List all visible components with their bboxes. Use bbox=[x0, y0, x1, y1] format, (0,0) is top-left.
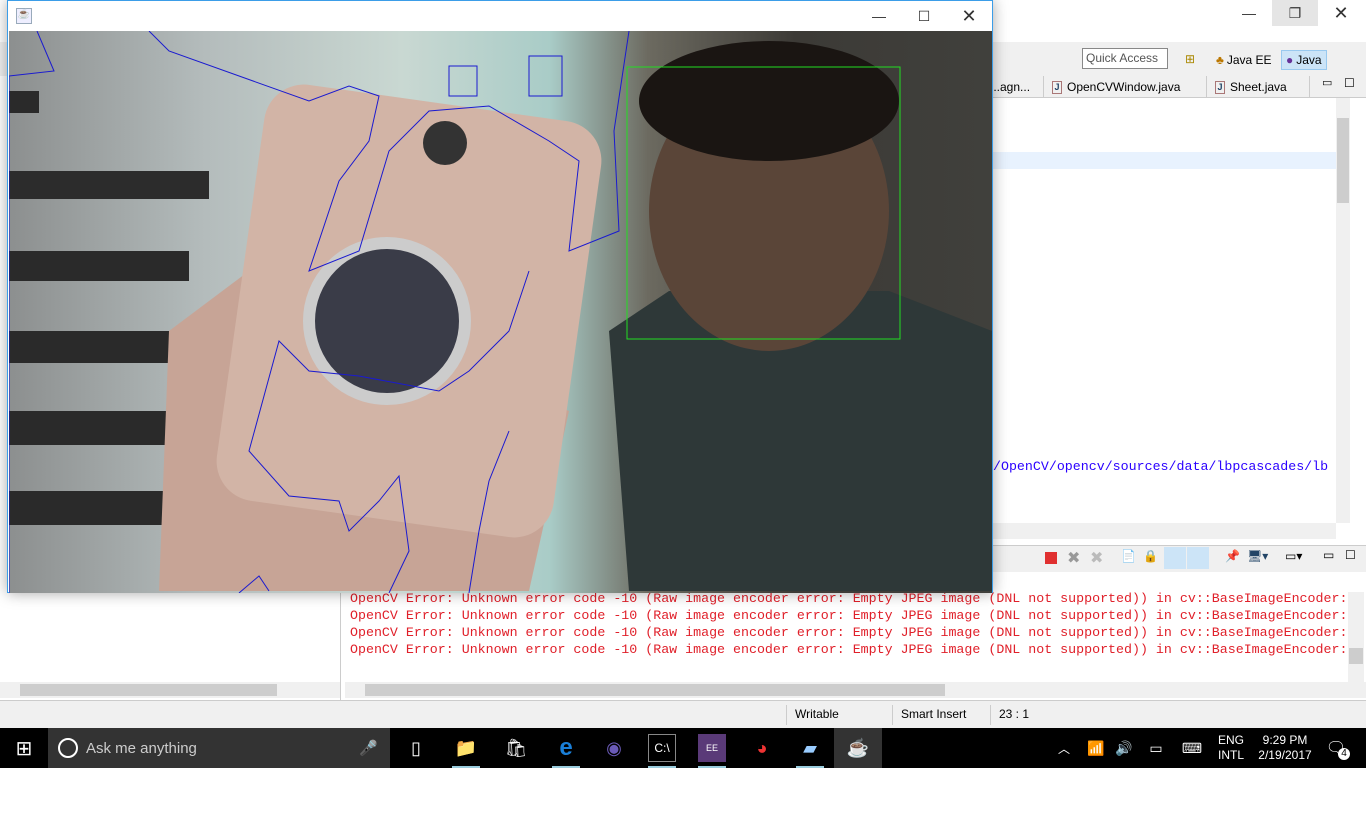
frame-minimize-button[interactable]: — bbox=[856, 3, 902, 29]
perspective-label: Java bbox=[1296, 53, 1322, 67]
clock-time: 9:29 PM bbox=[1262, 733, 1308, 747]
frame-close-button[interactable]: ✕ bbox=[946, 3, 992, 29]
left-panel bbox=[0, 592, 341, 700]
language-indicator[interactable]: ENG INTL bbox=[1218, 733, 1244, 763]
console-horizontal-scrollbar[interactable] bbox=[345, 682, 1366, 698]
java-app-icon: ☕ bbox=[16, 8, 32, 24]
edge-icon[interactable]: e bbox=[552, 734, 580, 762]
perspective-label: Java EE bbox=[1226, 53, 1272, 67]
console-line: OpenCV Error: Unknown error code -10 (Ra… bbox=[350, 591, 1348, 606]
code-editor[interactable]: a/OpenCV/opencv/sources/data/lbpcascades… bbox=[985, 98, 1336, 523]
show-hidden-icons[interactable]: ︿ bbox=[1050, 734, 1078, 762]
console-line: OpenCV Error: Unknown error code -10 (Ra… bbox=[350, 608, 1348, 623]
tab-label: OpenCVWindow.java bbox=[1067, 80, 1181, 94]
network-icon[interactable]: 📶 bbox=[1082, 734, 1110, 762]
minimize-view-button[interactable]: ▭ bbox=[1322, 76, 1332, 89]
action-center-icon[interactable]: 🗨 4 bbox=[1322, 734, 1350, 762]
file-explorer-icon[interactable]: 📁 bbox=[452, 734, 480, 762]
command-prompt-icon[interactable]: C:\ bbox=[648, 734, 676, 762]
phone-camera bbox=[423, 121, 467, 165]
console-vertical-scrollbar[interactable] bbox=[1348, 592, 1364, 682]
editor-horizontal-scrollbar[interactable] bbox=[990, 523, 1336, 539]
clock[interactable]: 9:29 PM 2/19/2017 bbox=[1256, 733, 1314, 763]
notification-count: 4 bbox=[1338, 748, 1350, 760]
tab-label: Sheet.java bbox=[1230, 80, 1287, 94]
minimize-button[interactable]: — bbox=[1226, 0, 1272, 26]
perspective-java[interactable]: ● Java bbox=[1281, 50, 1327, 70]
status-insert-mode: Smart Insert bbox=[892, 705, 990, 725]
hair bbox=[639, 41, 899, 161]
clear-console-icon[interactable]: 📄 bbox=[1121, 549, 1136, 563]
display-console-icon[interactable]: 🖥▾ bbox=[1247, 549, 1268, 563]
code-line: a/OpenCV/opencv/sources/data/lbpcascades… bbox=[985, 459, 1329, 474]
java-icon: ● bbox=[1286, 53, 1294, 67]
camera-lens bbox=[303, 237, 471, 405]
console-line: OpenCV Error: Unknown error code -10 (Ra… bbox=[350, 642, 1348, 657]
java-app-taskbar-icon[interactable]: ☕ bbox=[834, 728, 882, 768]
javaee-ide-icon[interactable]: EE bbox=[698, 734, 726, 762]
close-button[interactable]: ✕ bbox=[1318, 0, 1364, 26]
editor-vertical-scrollbar[interactable] bbox=[1336, 98, 1350, 523]
opencv-java-frame: ☕ — ☐ ✕ bbox=[7, 0, 993, 593]
task-view-icon[interactable]: ▯ bbox=[402, 734, 430, 762]
editor-tab[interactable]: J OpenCVWindow.java bbox=[1044, 76, 1207, 98]
remove-launch-icon[interactable]: ✖ bbox=[1067, 548, 1080, 568]
restore-button[interactable]: ❐ bbox=[1272, 0, 1318, 26]
open-perspective-icon[interactable]: ⊞ bbox=[1185, 52, 1195, 66]
webcam-feed bbox=[9, 31, 992, 593]
editor-tabs: ...agn... J OpenCVWindow.java J Sheet.java… bbox=[990, 76, 1366, 98]
current-line-highlight bbox=[990, 152, 1336, 169]
search-placeholder: Ask me anything bbox=[86, 739, 197, 757]
editor-tab[interactable]: J Sheet.java bbox=[1207, 76, 1310, 98]
notepad-icon[interactable]: ▰ bbox=[796, 734, 824, 762]
microphone-icon[interactable]: 🎤 bbox=[359, 739, 378, 757]
show-stdout-icon[interactable] bbox=[1164, 547, 1186, 569]
scroll-lock-icon[interactable]: 🔒 bbox=[1143, 549, 1158, 563]
show-stderr-icon[interactable] bbox=[1187, 547, 1209, 569]
java-ee-icon: ♣ bbox=[1216, 53, 1224, 67]
frame-maximize-button[interactable]: ☐ bbox=[901, 3, 947, 29]
windows-taskbar: ⊞ Ask me anything 🎤 ▯ 📁 🛍 e ◉ C:\ EE ◕ ▰… bbox=[0, 728, 1366, 768]
pin-console-icon[interactable]: 📌 bbox=[1225, 549, 1240, 563]
left-horizontal-scrollbar[interactable] bbox=[0, 682, 340, 698]
open-console-icon[interactable]: ▭▾ bbox=[1285, 549, 1302, 563]
status-writable: Writable bbox=[786, 705, 892, 725]
editor-tab[interactable]: ...agn... bbox=[990, 76, 1044, 98]
status-bar: Writable Smart Insert 23 : 1 bbox=[0, 700, 1366, 728]
cortana-icon bbox=[58, 738, 78, 758]
minimize-view-button[interactable]: ▭ bbox=[1323, 548, 1334, 562]
language: ENG bbox=[1218, 733, 1245, 747]
perspective-java-ee[interactable]: ♣ Java EE bbox=[1212, 50, 1276, 70]
java-file-icon: J bbox=[1215, 80, 1225, 94]
language-variant: INTL bbox=[1218, 748, 1245, 762]
tab-label: ...agn... bbox=[990, 80, 1031, 94]
maximize-view-button[interactable]: ☐ bbox=[1345, 548, 1356, 562]
battery-icon[interactable]: ▭ bbox=[1142, 734, 1170, 762]
console-line: OpenCV Error: Unknown error code -10 (Ra… bbox=[350, 625, 1348, 640]
status-cursor-position: 23 : 1 bbox=[990, 705, 1080, 725]
quick-access-input[interactable]: Quick Access bbox=[1082, 48, 1168, 69]
chrome-icon[interactable]: ◕ bbox=[748, 734, 776, 762]
frame-title-bar[interactable]: ☕ — ☐ ✕ bbox=[8, 1, 992, 31]
terminate-icon[interactable] bbox=[1045, 552, 1057, 564]
store-icon[interactable]: 🛍 bbox=[502, 734, 530, 762]
volume-icon[interactable]: 🔊 bbox=[1110, 734, 1138, 762]
keyboard-icon[interactable]: ⌨ bbox=[1178, 734, 1206, 762]
maximize-view-button[interactable]: ☐ bbox=[1344, 76, 1355, 90]
clock-date: 2/19/2017 bbox=[1258, 748, 1312, 762]
cortana-search[interactable]: Ask me anything 🎤 bbox=[48, 728, 390, 768]
java-file-icon: J bbox=[1052, 80, 1062, 94]
start-button[interactable]: ⊞ bbox=[10, 734, 38, 762]
webcam-scene bbox=[9, 31, 992, 593]
remove-all-icon[interactable]: ✖ bbox=[1090, 548, 1103, 568]
eclipse-icon[interactable]: ◉ bbox=[600, 734, 628, 762]
